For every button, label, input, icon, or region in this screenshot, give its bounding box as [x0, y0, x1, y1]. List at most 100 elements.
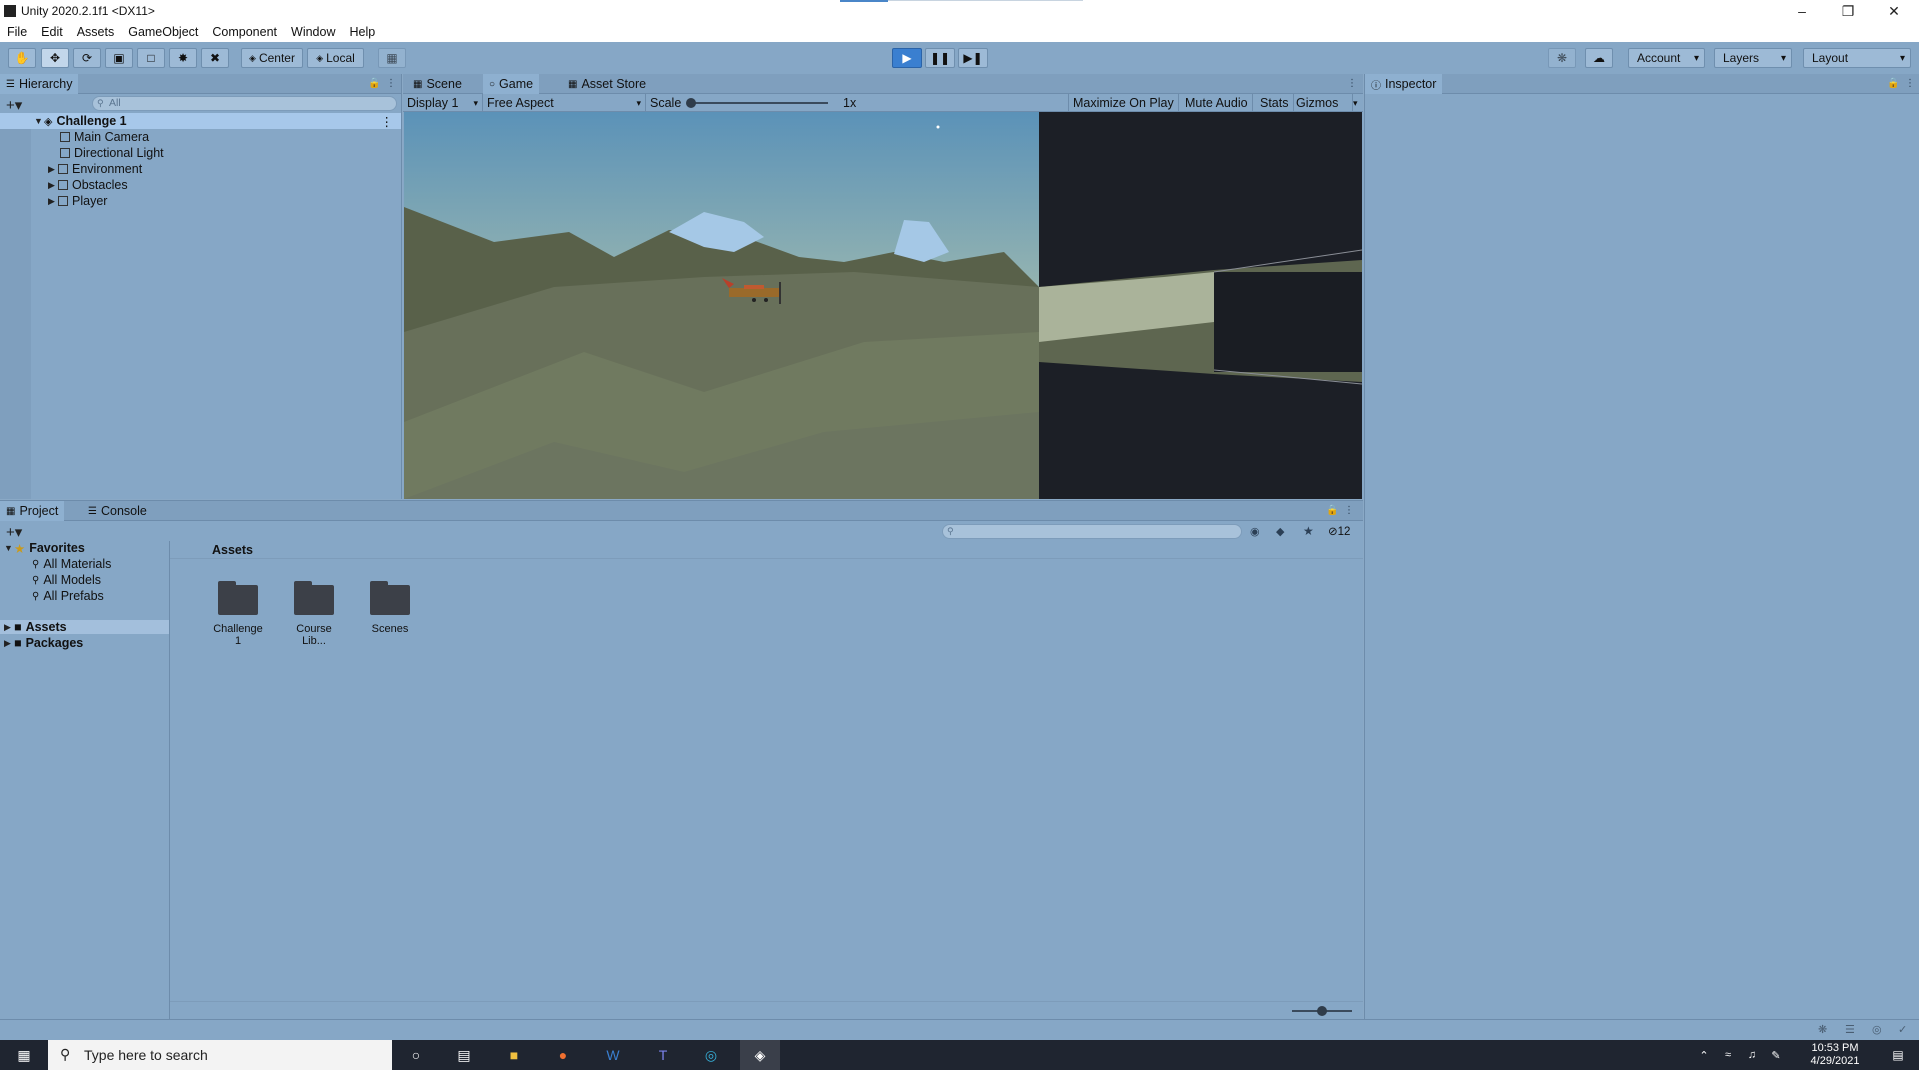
rect-tool-icon[interactable]: □ [137, 48, 165, 68]
filter-label-icon[interactable]: ◆ [1276, 525, 1284, 538]
create-add-icon[interactable]: +▾ [6, 96, 22, 114]
lock-icon[interactable]: 🔒 [368, 78, 380, 89]
menu-window[interactable]: Window [291, 25, 335, 39]
scale-slider-handle[interactable] [686, 98, 696, 108]
stats-toggle[interactable]: Stats [1256, 94, 1294, 112]
word-icon[interactable]: W [593, 1040, 633, 1070]
folder-item[interactable]: Scenes [365, 581, 415, 635]
firefox-icon[interactable]: ● [543, 1040, 583, 1070]
pivot-center-button[interactable]: ◈ Center [241, 48, 303, 68]
favorite-item[interactable]: ⚲ All Materials [0, 557, 111, 571]
taskbar-search-input[interactable]: ⚲ Type here to search [48, 1040, 392, 1070]
edge-icon[interactable]: ◎ [691, 1040, 731, 1070]
gizmos-toggle[interactable]: Gizmos [1292, 94, 1353, 112]
assets-root-row[interactable]: ▶ ■ Assets [0, 620, 169, 634]
tab-scene[interactable]: ▦ Scene [407, 74, 468, 94]
unity-taskbar-icon[interactable]: ◈ [740, 1040, 780, 1070]
display-dropdown[interactable]: Display 1 ▾ [403, 94, 483, 112]
minimize-icon[interactable]: – [1779, 0, 1825, 22]
maximize-on-play-toggle[interactable]: Maximize On Play [1068, 94, 1179, 112]
account-dropdown[interactable]: Account [1628, 48, 1705, 68]
kebab-menu-icon[interactable]: ⋮ [386, 78, 396, 89]
cortana-icon[interactable]: ○ [396, 1040, 436, 1070]
hierarchy-item[interactable]: Directional Light [0, 145, 164, 161]
tab-project[interactable]: ▦ Project [0, 501, 65, 521]
pause-button[interactable]: ❚❚ [925, 48, 955, 68]
favorite-star-icon[interactable]: ★ [1303, 524, 1314, 538]
tab-console[interactable]: ☰ Console [82, 501, 153, 521]
notifications-icon[interactable]: ▤ [1878, 1040, 1918, 1070]
kebab-menu-icon[interactable]: ⋮ [1344, 505, 1354, 516]
task-view-icon[interactable]: ▤ [444, 1040, 484, 1070]
game-viewport[interactable] [404, 112, 1362, 499]
project-search-input[interactable]: ⚲ [942, 524, 1242, 539]
hierarchy-item[interactable]: Main Camera [0, 129, 149, 145]
layers-dropdown[interactable]: Layers [1714, 48, 1792, 68]
stack-icon[interactable]: ☰ [1845, 1023, 1855, 1036]
hierarchy-search-input[interactable]: ⚲ All [92, 96, 397, 111]
close-icon[interactable]: ✕ [1871, 0, 1917, 22]
rotate-tool-icon[interactable]: ⟳ [73, 48, 101, 68]
pivot-local-button[interactable]: ◈ Local [307, 48, 364, 68]
volume-icon[interactable]: ♫ [1740, 1040, 1764, 1070]
move-tool-icon[interactable]: ✥ [41, 48, 69, 68]
step-button[interactable]: ▶❚ [958, 48, 988, 68]
tab-asset-store[interactable]: ▦ Asset Store [562, 74, 652, 94]
chevron-up-icon[interactable]: ⌃ [1692, 1040, 1716, 1070]
tab-hierarchy[interactable]: ☰ Hierarchy [0, 74, 79, 94]
network-icon[interactable]: ≈ [1716, 1040, 1740, 1070]
filter-type-icon[interactable]: ◉ [1250, 525, 1260, 538]
tab-inspector[interactable]: ⓘ Inspector [1365, 74, 1443, 94]
folder-item[interactable]: Challenge 1 [213, 581, 263, 647]
windows-start-icon[interactable]: ▦ [4, 1040, 44, 1070]
hand-tool-icon[interactable]: ✋ [8, 48, 36, 68]
scale-slider-track[interactable] [688, 102, 828, 104]
transform-tool-icon[interactable]: ✸ [169, 48, 197, 68]
scene-menu-icon[interactable]: ⋮ [381, 114, 394, 129]
cloud-icon[interactable]: ☁ [1585, 48, 1613, 68]
check-icon[interactable]: ✓ [1898, 1023, 1907, 1036]
hierarchy-item[interactable]: ▶ Obstacles [0, 177, 128, 193]
tab-game[interactable]: ○ Game [483, 74, 540, 94]
collab-icon[interactable]: ❋ [1548, 48, 1576, 68]
menu-gameobject[interactable]: GameObject [128, 25, 198, 39]
aspect-dropdown[interactable]: Free Aspect ▾ [483, 94, 646, 112]
file-explorer-icon[interactable]: ■ [494, 1040, 534, 1070]
teams-icon[interactable]: T [643, 1040, 683, 1070]
hierarchy-scene-row[interactable]: ▼ ◈ Challenge 1 ⋮ [0, 113, 401, 129]
packages-root-row[interactable]: ▶ ■ Packages [0, 636, 83, 650]
pen-icon[interactable]: ✎ [1764, 1040, 1788, 1070]
custom-tool-icon[interactable]: ✖ [201, 48, 229, 68]
clock[interactable]: 10:53 PM 4/29/2021 [1792, 1042, 1878, 1068]
folder-item[interactable]: Course Lib... [289, 581, 339, 647]
gizmos-dropdown-icon[interactable]: ▾ [1349, 94, 1363, 112]
hierarchy-item[interactable]: ▶ Player [0, 193, 107, 209]
expand-arrow-icon[interactable]: ▶ [48, 164, 58, 175]
favorites-row[interactable]: ▼ ★ Favorites [0, 541, 85, 556]
create-add-icon[interactable]: +▾ [6, 523, 22, 541]
lock-icon[interactable]: 🔒 [1326, 505, 1338, 516]
hidden-packages-toggle[interactable]: ⊘12 [1328, 524, 1350, 538]
kebab-menu-icon[interactable]: ⋮ [1347, 78, 1357, 89]
hierarchy-item[interactable]: ▶ Environment [0, 161, 142, 177]
menu-help[interactable]: Help [349, 25, 375, 39]
bug-icon[interactable]: ❋ [1818, 1023, 1827, 1036]
menu-edit[interactable]: Edit [41, 25, 63, 39]
expand-arrow-icon[interactable]: ▶ [48, 196, 58, 207]
restore-icon[interactable]: ❐ [1825, 0, 1871, 22]
expand-arrow-icon[interactable]: ▼ [34, 116, 44, 126]
grid-snap-icon[interactable]: ▦ [378, 48, 406, 68]
menu-assets[interactable]: Assets [77, 25, 115, 39]
breadcrumb-label[interactable]: Assets [212, 543, 253, 557]
menu-component[interactable]: Component [212, 25, 277, 39]
expand-arrow-icon[interactable]: ▶ [4, 638, 14, 649]
expand-arrow-icon[interactable]: ▶ [48, 180, 58, 191]
lock-icon[interactable]: 🔒 [1887, 78, 1899, 89]
favorite-item[interactable]: ⚲ All Models [0, 573, 101, 587]
expand-arrow-icon[interactable]: ▶ [4, 622, 14, 633]
kebab-menu-icon[interactable]: ⋮ [1905, 78, 1915, 89]
expand-arrow-icon[interactable]: ▼ [4, 543, 14, 553]
progress-icon[interactable]: ◎ [1872, 1023, 1882, 1036]
favorite-item[interactable]: ⚲ All Prefabs [0, 589, 104, 603]
icon-size-slider-handle[interactable] [1317, 1006, 1327, 1016]
